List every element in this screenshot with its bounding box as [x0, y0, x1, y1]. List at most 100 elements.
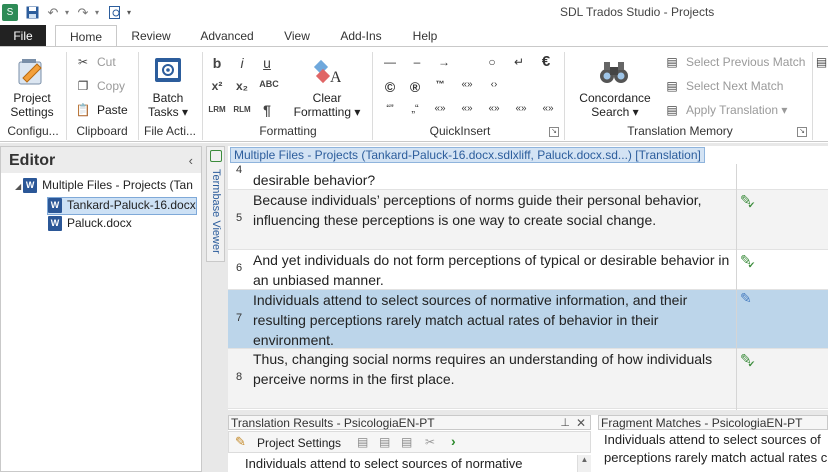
tag-pair-icon[interactable]: «»: [457, 103, 477, 114]
underline-icon[interactable]: u: [258, 55, 276, 71]
tm-view-icon[interactable]: ▤: [357, 435, 368, 449]
segment-number: 8: [235, 371, 243, 383]
lrm-icon[interactable]: LRM: [206, 105, 228, 114]
translation-results-preview: Individuals attend to select sources of …: [245, 456, 523, 471]
em-dash-icon[interactable]: —: [380, 55, 400, 69]
scroll-up-icon[interactable]: ▲: [577, 455, 591, 472]
low-quote-icon[interactable]: „“: [405, 103, 425, 115]
quickinsert-launcher-icon[interactable]: ↘: [549, 127, 559, 137]
tab-view[interactable]: View: [272, 25, 322, 47]
trademark-icon[interactable]: ™: [430, 79, 450, 89]
registered-icon[interactable]: ®: [405, 79, 425, 95]
tab-home[interactable]: Home: [55, 25, 117, 48]
segment-row[interactable]: desirable behavior? 4: [228, 164, 828, 190]
clear-formatting-button[interactable]: Clear Formatting ▾: [290, 91, 364, 119]
tab-add-ins[interactable]: Add-Ins: [330, 25, 392, 47]
status-column-divider: [736, 164, 737, 410]
segment-row[interactable]: 6 And yet individuals do not form percep…: [228, 250, 828, 290]
en-dash-icon[interactable]: –: [407, 55, 427, 69]
play-arrow-icon[interactable]: ›: [451, 433, 456, 449]
document-tab[interactable]: Multiple Files - Projects (Tankard-Paluc…: [230, 147, 705, 163]
circle-icon[interactable]: ○: [482, 55, 502, 69]
project-settings-link[interactable]: Project Settings: [257, 436, 341, 450]
rlm-icon[interactable]: RLM: [231, 105, 253, 114]
tree-file-tankard[interactable]: W Tankard-Paluck-16.docx: [47, 197, 197, 215]
batch-tasks-button[interactable]: Batch Tasks ▾: [140, 91, 196, 119]
segment-text: desirable behavior?: [253, 172, 376, 186]
undo-dropdown-icon[interactable]: ▾: [62, 4, 72, 21]
select-next-match-button[interactable]: Select Next Match: [686, 79, 783, 93]
tree-file-paluck[interactable]: W Paluck.docx: [48, 216, 198, 234]
segment-target-text[interactable]: Thus, changing social norms requires an …: [253, 349, 731, 389]
project-settings-button[interactable]: Project Settings: [4, 91, 60, 119]
tag-pair-icon[interactable]: «»: [430, 103, 450, 114]
segment-target-text[interactable]: And yet individuals do not form percepti…: [253, 250, 731, 290]
tm-view-icon[interactable]: ▤: [401, 435, 412, 449]
batch-tasks-icon: [152, 55, 184, 87]
segment-target-text-active[interactable]: Individuals attend to select sources of …: [253, 290, 731, 350]
tag-pair-icon[interactable]: «»: [538, 103, 558, 114]
paste-button[interactable]: Paste: [97, 103, 128, 117]
tag-pair-icon[interactable]: «»: [484, 103, 504, 114]
group-formatting: Formatting: [259, 124, 317, 138]
qat-dropdown-icon[interactable]: ▾: [124, 4, 134, 21]
concordance-search-button[interactable]: Concordance Search ▾: [570, 91, 660, 119]
segment-row-active[interactable]: 7 Individuals attend to select sources o…: [228, 290, 828, 349]
floppy-disk-icon[interactable]: [24, 4, 40, 21]
segment-row[interactable]: 8 Thus, changing social norms requires a…: [228, 349, 828, 409]
apply-translation-button[interactable]: Apply Translation ▾: [686, 103, 787, 117]
quote-pair-icon[interactable]: «»: [457, 79, 477, 90]
copy-icon: ❐: [77, 79, 89, 93]
word-document-icon: W: [23, 178, 38, 194]
tools-icon[interactable]: ✂: [425, 435, 435, 449]
concordance-label-2: Search ▾: [591, 105, 639, 119]
clear-formatting-label-2: Formatting ▾: [293, 105, 361, 119]
select-next-match-icon: ▤: [666, 79, 678, 93]
find-icon[interactable]: [108, 4, 122, 21]
euro-icon[interactable]: €: [536, 53, 556, 70]
subscript-icon[interactable]: x₂: [233, 79, 251, 93]
pin-icon[interactable]: ⊥: [560, 416, 570, 430]
tab-advanced[interactable]: Advanced: [190, 25, 264, 47]
bold-icon[interactable]: b: [208, 55, 226, 71]
termbase-viewer-tab[interactable]: Termbase Viewer: [206, 146, 225, 262]
copyright-icon[interactable]: ©: [380, 79, 400, 95]
tree-project-node[interactable]: ◢ W Multiple Files - Projects (Tan: [15, 178, 201, 196]
word-document-icon: W: [48, 198, 62, 214]
redo-icon[interactable]: ↷: [76, 4, 90, 21]
line-break-icon[interactable]: ↵: [509, 55, 529, 69]
tab-file[interactable]: File: [0, 25, 46, 47]
tree-expander-icon[interactable]: ◢: [15, 182, 21, 191]
tab-review[interactable]: Review: [122, 25, 180, 47]
fragment-matches-header: Fragment Matches - PsicologiaEN-PT: [598, 415, 828, 430]
tm-view-icon[interactable]: ▤: [379, 435, 390, 449]
pilcrow-icon[interactable]: ¶: [258, 102, 276, 118]
group-configuration: Configu...: [7, 124, 59, 138]
ribbon-overflow-icon[interactable]: ▤: [815, 55, 828, 69]
tag-pair-icon[interactable]: «»: [511, 103, 531, 114]
copy-button[interactable]: Copy: [97, 79, 125, 93]
translation-results-title: Translation Results - PsicologiaEN-PT: [231, 416, 435, 430]
single-guillemet-icon[interactable]: ‹›: [484, 79, 504, 90]
segment-target-text[interactable]: Because individuals’ perceptions of norm…: [253, 190, 731, 230]
tm-launcher-icon[interactable]: ↘: [797, 127, 807, 137]
undo-icon[interactable]: ↶: [46, 4, 60, 21]
segment-row[interactable]: 5 Because individuals’ perceptions of no…: [228, 190, 828, 250]
segment-number: 7: [235, 312, 243, 324]
tab-help[interactable]: Help: [400, 25, 450, 47]
superscript-icon[interactable]: x²: [208, 79, 226, 93]
segment-target-text[interactable]: desirable behavior?: [253, 164, 731, 186]
svg-text:A: A: [330, 69, 341, 86]
collapse-panel-icon[interactable]: ‹: [189, 153, 193, 168]
close-icon[interactable]: ✕: [576, 416, 586, 430]
project-settings-icon: [14, 55, 48, 89]
small-caps-icon[interactable]: ABC: [258, 79, 280, 89]
double-quote-icon[interactable]: “”: [380, 103, 400, 115]
arrow-icon[interactable]: →: [434, 55, 454, 69]
cut-button[interactable]: Cut: [97, 55, 116, 69]
redo-dropdown-icon[interactable]: ▾: [92, 4, 102, 21]
green-check-pencil-icon: ✎✔: [740, 252, 756, 270]
fragment-matches-title: Fragment Matches - PsicologiaEN-PT: [601, 416, 803, 430]
select-previous-match-button[interactable]: Select Previous Match: [686, 55, 805, 69]
italic-icon[interactable]: i: [233, 55, 251, 71]
